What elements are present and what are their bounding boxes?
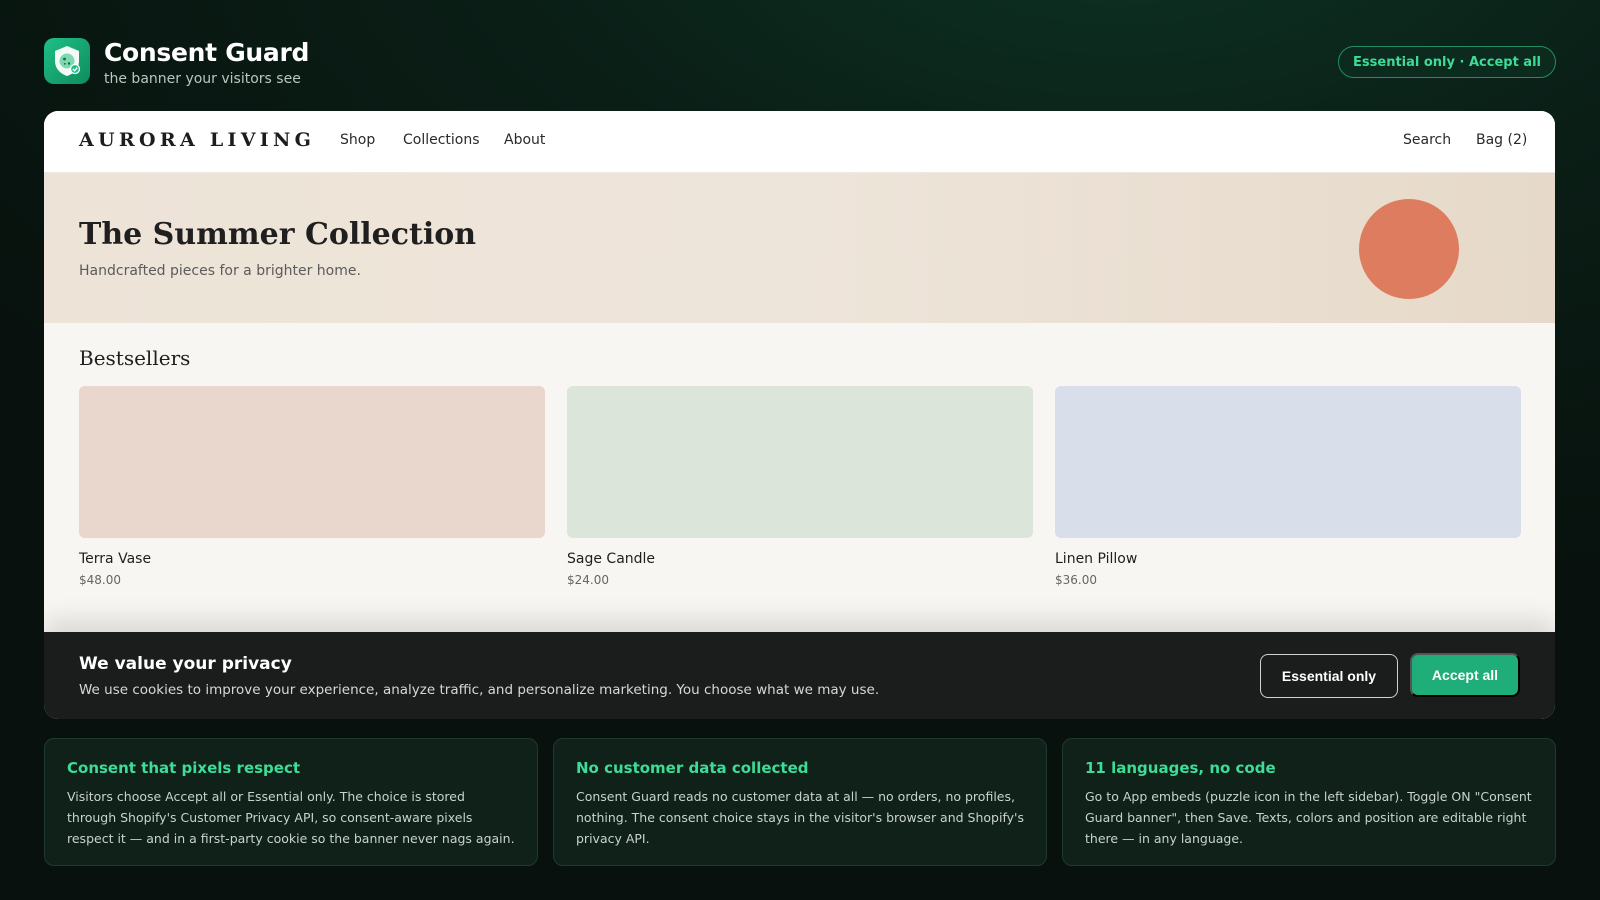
consent-banner: We value your privacy We use cookies to … — [44, 632, 1555, 719]
section-title: Bestsellers — [79, 346, 191, 370]
store-brand[interactable]: AURORA LIVING — [79, 129, 315, 151]
banner-title: We value your privacy — [79, 654, 292, 674]
feature-text: Visitors choose Accept all or Essential … — [67, 789, 515, 846]
hero-sun-graphic — [1359, 199, 1459, 299]
feature-title: No customer data collected — [576, 759, 809, 777]
nav-about[interactable]: About — [504, 132, 545, 148]
feature-card: 11 languages, no code Go to App embeds (… — [1062, 738, 1556, 866]
mode-pill: Essential only · Accept all — [1338, 46, 1556, 78]
store-nav: AURORA LIVING Shop Collections About Sea… — [44, 111, 1555, 173]
app-subtitle: the banner your visitors see — [104, 71, 301, 87]
product-image[interactable] — [1055, 386, 1521, 538]
feature-title: Consent that pixels respect — [67, 759, 301, 777]
nav-bag[interactable]: Bag (2) — [1476, 132, 1527, 148]
banner-text: We use cookies to improve your experienc… — [79, 682, 880, 698]
accept-all-button[interactable]: Accept all — [1410, 653, 1520, 697]
product-price: $24.00 — [567, 573, 609, 587]
feature-text: Go to App embeds (puzzle icon in the lef… — [1085, 789, 1532, 846]
feature-text: Consent Guard reads no customer data at … — [576, 789, 1024, 846]
feature-card: No customer data collected Consent Guard… — [553, 738, 1047, 866]
hero-banner: The Summer Collection Handcrafted pieces… — [44, 173, 1555, 323]
nav-collections[interactable]: Collections — [403, 132, 480, 148]
storefront-preview: AURORA LIVING Shop Collections About Sea… — [44, 111, 1555, 719]
nav-shop[interactable]: Shop — [340, 132, 375, 148]
app-header: Consent Guard the banner your visitors s… — [44, 38, 1556, 88]
product-name[interactable]: Sage Candle — [567, 551, 655, 567]
feature-title: 11 languages, no code — [1085, 759, 1276, 777]
app-title: Consent Guard — [104, 38, 310, 67]
shield-cookie-icon — [44, 38, 90, 84]
product-image[interactable] — [79, 386, 545, 538]
hero-subtitle: Handcrafted pieces for a brighter home. — [79, 263, 361, 279]
product-price: $36.00 — [1055, 573, 1097, 587]
product-price: $48.00 — [79, 573, 121, 587]
product-image[interactable] — [567, 386, 1033, 538]
feature-card: Consent that pixels respect Visitors cho… — [44, 738, 538, 866]
essential-only-button[interactable]: Essential only — [1260, 654, 1398, 698]
product-name[interactable]: Linen Pillow — [1055, 551, 1137, 567]
nav-search[interactable]: Search — [1403, 132, 1451, 148]
hero-title: The Summer Collection — [79, 217, 477, 252]
product-name[interactable]: Terra Vase — [79, 551, 151, 567]
